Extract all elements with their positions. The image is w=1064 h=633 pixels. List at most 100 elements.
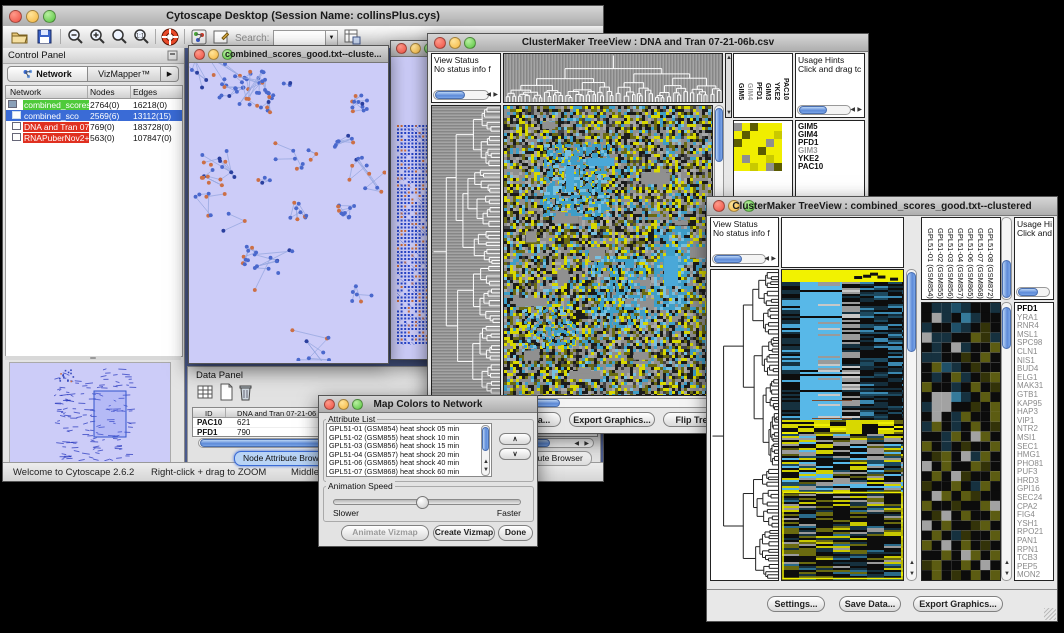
treeview2-window: ClusterMaker TreeView : combined_scores_… bbox=[706, 196, 1058, 622]
export-graphics-button[interactable]: Export Graphics... bbox=[569, 412, 655, 427]
network-table-header[interactable]: Network Nodes Edges bbox=[6, 86, 182, 99]
import-network-icon[interactable] bbox=[191, 29, 207, 45]
map-colors-dialog: Map Colors to Network Attribute List GPL… bbox=[318, 395, 538, 547]
heatmap-column-label: GPL51-07 (GSM868) bbox=[975, 228, 985, 299]
network-name[interactable]: DNA and Tran 07 bbox=[23, 122, 89, 132]
usage-hints-scrollbar[interactable] bbox=[797, 105, 851, 115]
tv2-main-vscrollbar[interactable]: ▲ ▼ bbox=[906, 269, 917, 581]
network-name[interactable]: combined_sco bbox=[23, 111, 80, 121]
save-icon[interactable] bbox=[37, 29, 52, 44]
up-arrow-icon[interactable]: ▲ bbox=[909, 560, 915, 566]
save-data-button[interactable]: Save Data... bbox=[839, 596, 901, 612]
col-network[interactable]: Network bbox=[10, 87, 41, 97]
tab-vizmapper-label: VizMapper™ bbox=[98, 69, 150, 79]
treeview2-title: ClusterMaker TreeView : combined_scores_… bbox=[707, 201, 1057, 212]
tv2-labels-vscrollbar[interactable] bbox=[1001, 217, 1012, 300]
usage-hints-scrollbar[interactable] bbox=[1016, 287, 1050, 297]
move-down-button[interactable]: ∨ bbox=[499, 448, 531, 460]
help-lifering-icon[interactable] bbox=[161, 28, 179, 46]
network-edges: 16218(0) bbox=[133, 100, 167, 110]
control-panel-tabs: Network VizMapper™ ▶ bbox=[7, 66, 179, 82]
slower-label: Slower bbox=[333, 508, 359, 518]
animation-speed-label: Animation Speed bbox=[326, 481, 395, 491]
network-row[interactable]: combined_scores2764(0)16218(0) bbox=[6, 99, 182, 110]
folder-icon bbox=[8, 100, 17, 108]
annotation-icon[interactable] bbox=[213, 29, 229, 45]
close-icon[interactable] bbox=[396, 43, 407, 54]
main-title-bar[interactable]: Cytoscape Desktop (Session Name: collins… bbox=[3, 6, 603, 27]
map-dialog-title: Map Colors to Network bbox=[319, 399, 537, 410]
trash-icon[interactable] bbox=[238, 383, 253, 401]
view-status-scrollbar[interactable] bbox=[433, 90, 489, 100]
col-edges[interactable]: Edges bbox=[133, 87, 157, 97]
zoom-in-icon[interactable] bbox=[89, 28, 106, 45]
float-panel-icon[interactable] bbox=[167, 50, 178, 61]
settings-button[interactable]: Settings... bbox=[767, 596, 825, 612]
control-panel-title: Control Panel bbox=[8, 50, 66, 61]
attribute-list-vscrollbar[interactable]: ▲▼ bbox=[481, 425, 490, 476]
tv2-gene-vscrollbar[interactable]: ▲▼ bbox=[1001, 302, 1012, 581]
network-name[interactable]: RNAPuberNov2+ bbox=[23, 133, 89, 143]
export-graphics-button[interactable]: Export Graphics... bbox=[913, 596, 1003, 612]
zoom-selected-icon[interactable] bbox=[111, 28, 128, 45]
heatmap-column-label: GPL51-06 (GSM865) bbox=[965, 228, 975, 299]
tv2-heatmap[interactable] bbox=[781, 269, 904, 581]
left-arrow-icon[interactable]: ◀ bbox=[486, 92, 491, 98]
heatmap-column-label: GIM5 bbox=[736, 83, 745, 100]
network-row[interactable]: RNAPuberNov2+563(0)107847(0) bbox=[6, 132, 182, 143]
tv1-usage-hints: Usage Hints Click and drag tc ◀▶ bbox=[795, 53, 865, 118]
network-nodes: 2569(6) bbox=[90, 111, 119, 121]
zoom-fit-icon[interactable]: 1:1 bbox=[133, 28, 150, 45]
tab-more[interactable]: ▶ bbox=[161, 66, 179, 82]
attribute-browser-icon[interactable] bbox=[344, 29, 361, 45]
down-arrow-icon[interactable]: ▼ bbox=[909, 571, 915, 577]
right-arrow-icon[interactable]: ▶ bbox=[493, 92, 498, 98]
col-nodes[interactable]: Nodes bbox=[90, 87, 115, 97]
animation-speed-slider[interactable] bbox=[333, 499, 521, 505]
tv1-heatmap[interactable] bbox=[503, 105, 713, 396]
network-nodes: 769(0) bbox=[90, 122, 115, 132]
tab-vizmapper[interactable]: VizMapper™ bbox=[88, 66, 161, 82]
close-icon[interactable] bbox=[194, 49, 205, 60]
network-row[interactable]: DNA and Tran 07769(0)183728(0) bbox=[6, 121, 182, 132]
treeview1-title: ClusterMaker TreeView : DNA and Tran 07-… bbox=[428, 37, 868, 48]
id-column-header[interactable]: ID bbox=[205, 409, 213, 418]
doc-icon bbox=[12, 122, 21, 130]
tab-network-label: Network bbox=[36, 69, 72, 79]
panel-splitter[interactable] bbox=[5, 356, 181, 360]
network-name[interactable]: combined_scores bbox=[23, 100, 89, 110]
tv1-column-dendrogram[interactable] bbox=[503, 53, 723, 103]
table-icon[interactable] bbox=[197, 384, 213, 400]
open-folder-icon[interactable] bbox=[11, 29, 28, 44]
gene-label[interactable]: MON2 bbox=[1017, 571, 1043, 580]
minimize-icon[interactable] bbox=[208, 49, 219, 60]
tv1-row-dendrogram[interactable] bbox=[431, 105, 501, 396]
heatmap-column-label: GPL51-04 (GSM857) bbox=[955, 228, 965, 299]
animate-vizmapbutton[interactable]: Animate Vizmap bbox=[341, 525, 429, 541]
slider-thumb[interactable] bbox=[416, 496, 429, 509]
network-nodes: 563(0) bbox=[90, 133, 115, 143]
new-document-icon[interactable] bbox=[219, 383, 234, 401]
move-up-button[interactable]: ∧ bbox=[499, 433, 531, 445]
tv2-column-tree-area bbox=[781, 217, 904, 268]
view-status-text: No status info f bbox=[713, 228, 770, 238]
faster-label: Faster bbox=[497, 508, 521, 518]
attr-column-header[interactable]: DNA and Tran 07-21-06 bbox=[237, 409, 316, 418]
tv2-zoom-heatmap[interactable] bbox=[921, 302, 1001, 581]
create-vizmapbutton[interactable]: Create Vizmap bbox=[433, 525, 495, 541]
network-row[interactable]: combined_sco2569(6)13112(15) bbox=[6, 110, 182, 121]
network-view-1[interactable] bbox=[189, 63, 388, 363]
network-overview[interactable] bbox=[9, 362, 171, 464]
network-window-title: combined_scores_good.txt--cluste... bbox=[225, 49, 384, 59]
tv2-row-dendrogram[interactable] bbox=[710, 269, 779, 581]
resize-grip[interactable] bbox=[1044, 608, 1056, 620]
attribute-listbox[interactable]: GPL51-01 (GSM854) heat shock 05 minGPL51… bbox=[326, 423, 492, 477]
donebutton[interactable]: Done bbox=[498, 525, 533, 541]
minimize-icon[interactable] bbox=[410, 43, 421, 54]
tv1-label-scroll-strip[interactable]: ▲▼ bbox=[725, 53, 732, 118]
view-status-scrollbar[interactable] bbox=[712, 254, 766, 264]
tab-network[interactable]: Network bbox=[7, 66, 88, 82]
attribute-list-item[interactable]: GPL51-07 (GSM868) heat shock 60 min bbox=[329, 468, 459, 477]
zoom-out-icon[interactable] bbox=[67, 28, 84, 45]
heatmap-column-label: PFD1 bbox=[754, 82, 763, 100]
